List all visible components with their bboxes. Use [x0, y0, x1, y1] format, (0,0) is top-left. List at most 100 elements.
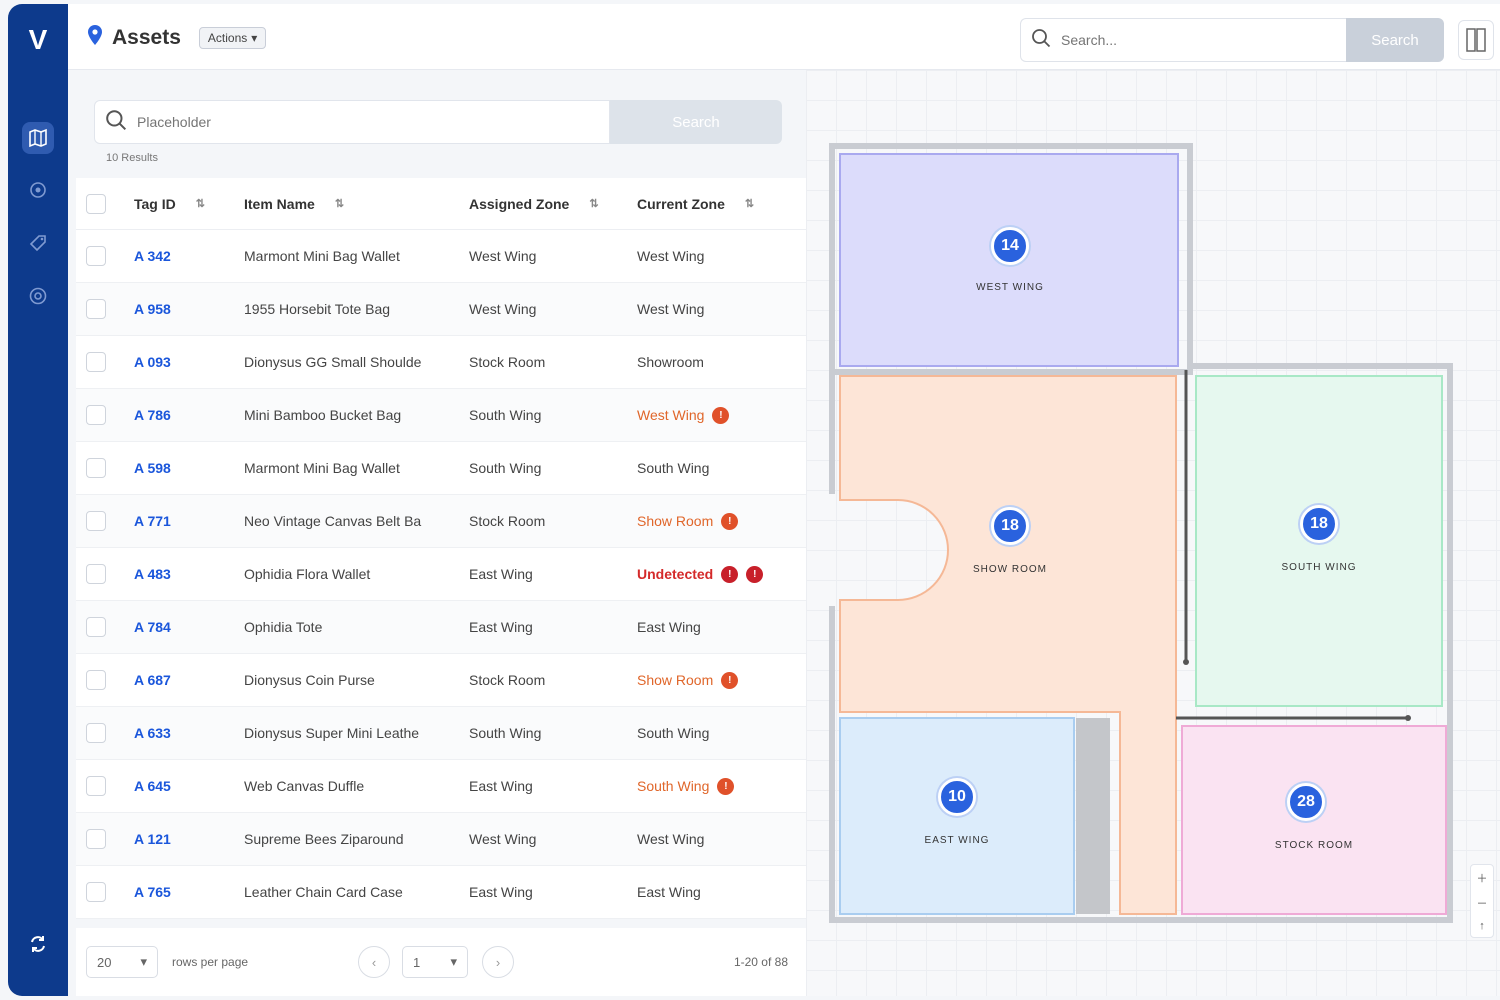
reset-view-icon[interactable]: ↑	[1479, 920, 1485, 932]
zone-count-badge[interactable]: 14	[991, 227, 1029, 265]
columns-layout-icon[interactable]	[1458, 20, 1494, 60]
table-row[interactable]: A 786 Mini Bamboo Bucket Bag South Wing Wes…	[76, 389, 806, 442]
row-checkbox[interactable]	[86, 246, 106, 266]
tag-id-link[interactable]: A 784	[134, 619, 171, 635]
actions-dropdown[interactable]: Actions ▾	[198, 26, 267, 49]
item-name: Web Canvas Duffle	[244, 778, 365, 794]
prev-page-button[interactable]: ‹	[358, 946, 390, 978]
page-value: 1	[413, 954, 421, 970]
tag-id-link[interactable]: A 771	[134, 513, 171, 529]
row-checkbox[interactable]	[86, 670, 106, 690]
row-checkbox[interactable]	[86, 511, 106, 531]
current-zone: East Wing	[637, 884, 701, 900]
zone-label: STOCK ROOM	[1274, 840, 1354, 851]
chevron-down-icon: ▾	[450, 954, 457, 969]
page-select[interactable]: 1 ▾	[402, 946, 468, 978]
sync-icon[interactable]	[22, 928, 54, 960]
col-tag-id[interactable]: Tag ID ⇅	[134, 196, 244, 212]
zone-stock-room[interactable]	[1181, 725, 1447, 915]
table-row[interactable]: A 958 1955 Horsebit Tote Bag West Wing West…	[76, 283, 806, 336]
east-wing-corridor	[1076, 718, 1110, 914]
col-item-name[interactable]: Item Name ⇅	[244, 196, 469, 212]
select-all-checkbox[interactable]	[86, 193, 106, 214]
header-search-input[interactable]	[1059, 31, 1319, 49]
header-search	[1020, 18, 1346, 62]
title-area: Assets Actions ▾	[86, 24, 267, 51]
floor-map[interactable]: 14 WEST WING 18 SHOW ROOM 18 SOUTH WING …	[806, 70, 1500, 996]
table-row[interactable]: A 121 Supreme Bees Ziparound West Wing West…	[76, 813, 806, 866]
zone-east-wing[interactable]	[839, 717, 1075, 915]
item-name: Mini Bamboo Bucket Bag	[244, 407, 402, 423]
tag-id-link[interactable]: A 633	[134, 725, 171, 741]
warning-icon: !	[721, 512, 739, 530]
table-row[interactable]: A 633 Dionysus Super Mini Leathe South Win…	[76, 707, 806, 760]
table-row[interactable]: A 598 Marmont Mini Bag Wallet South Wing So…	[76, 442, 806, 495]
row-checkbox[interactable]	[86, 458, 106, 478]
sort-icon[interactable]: ⇅	[335, 197, 344, 210]
header-search-button[interactable]: Search	[1346, 18, 1444, 62]
item-name: Dionysus GG Small Shoulde	[244, 354, 422, 370]
table-row[interactable]: A 342 Marmont Mini Bag Wallet West Wing Wes…	[76, 230, 806, 283]
zoom-in-icon[interactable]: ＋	[1477, 870, 1488, 886]
tag-id-link[interactable]: A 958	[134, 301, 171, 317]
nav-target-icon[interactable]	[22, 174, 54, 206]
table-row[interactable]: A 645 Web Canvas Duffle East Wing South Win…	[76, 760, 806, 813]
assigned-zone: Stock Room	[469, 672, 546, 688]
assigned-zone: East Wing	[469, 566, 533, 582]
next-page-button[interactable]: ›	[482, 946, 514, 978]
col-current-zone[interactable]: Current Zone ⇅	[637, 196, 806, 212]
rows-per-page-value: 20	[97, 954, 112, 970]
sort-icon[interactable]: ⇅	[745, 197, 754, 210]
table-row[interactable]: A 784 Ophidia Tote East Wing East Wing	[76, 601, 806, 654]
row-checkbox[interactable]	[86, 776, 106, 796]
row-checkbox[interactable]	[86, 829, 106, 849]
current-zone: Show Room	[637, 672, 714, 688]
table-row[interactable]: A 771 Neo Vintage Canvas Belt Ba Stock Roo…	[76, 495, 806, 548]
nav-tag-icon[interactable]	[22, 227, 54, 259]
asset-table: Tag ID ⇅ Item Name ⇅ Assigned Zone ⇅ Curren…	[76, 178, 806, 919]
rows-per-page-select[interactable]: 20 ▾	[86, 946, 158, 978]
row-checkbox[interactable]	[86, 617, 106, 637]
zoom-out-icon[interactable]: －	[1477, 895, 1488, 911]
zone-count-badge[interactable]: 10	[938, 778, 976, 816]
zone-count-badge[interactable]: 18	[1300, 505, 1338, 543]
table-row[interactable]: A 483 Ophidia Flora Wallet East Wing Undete…	[76, 548, 806, 601]
tag-id-link[interactable]: A 483	[134, 566, 171, 582]
zone-count-badge[interactable]: 28	[1287, 783, 1325, 821]
row-checkbox[interactable]	[86, 564, 106, 584]
assigned-zone: Stock Room	[469, 513, 546, 529]
nav-map-icon[interactable]	[22, 122, 54, 154]
logo-text: V	[28, 24, 48, 55]
app-logo[interactable]: V	[8, 18, 68, 62]
col-assigned-zone[interactable]: Assigned Zone ⇅	[469, 196, 637, 212]
table-row[interactable]: A 765 Leather Chain Card Case East Wing Eas…	[76, 866, 806, 919]
assigned-zone: West Wing	[469, 301, 537, 317]
rows-per-page-label: rows per page	[172, 955, 249, 969]
zone-count-badge[interactable]: 18	[991, 507, 1029, 545]
row-checkbox[interactable]	[86, 723, 106, 743]
tag-id-link[interactable]: A 786	[134, 407, 171, 423]
nav-settings-icon[interactable]	[22, 280, 54, 312]
table-row[interactable]: A 093 Dionysus GG Small Shoulde Stock Room…	[76, 336, 806, 389]
current-zone: South Wing	[637, 725, 710, 741]
row-checkbox[interactable]	[86, 299, 106, 319]
tag-id-link[interactable]: A 093	[134, 354, 171, 370]
tag-id-link[interactable]: A 687	[134, 672, 171, 688]
tag-id-link[interactable]: A 598	[134, 460, 171, 476]
tag-id-link[interactable]: A 342	[134, 248, 171, 264]
sort-icon[interactable]: ⇅	[589, 197, 598, 210]
tag-id-link[interactable]: A 121	[134, 831, 171, 847]
row-checkbox[interactable]	[86, 352, 106, 372]
row-checkbox[interactable]	[86, 405, 106, 425]
row-checkbox[interactable]	[86, 882, 106, 902]
floor-plan-svg	[829, 143, 1453, 923]
asset-table-panel: Search 10 Results Tag ID ⇅ Item Name ⇅ Ass…	[76, 80, 806, 996]
warning-icon: !	[717, 777, 735, 795]
sort-icon[interactable]: ⇅	[196, 197, 205, 210]
tag-id-link[interactable]: A 765	[134, 884, 171, 900]
table-row[interactable]: A 687 Dionysus Coin Purse Stock Room Show R…	[76, 654, 806, 707]
tag-id-link[interactable]: A 645	[134, 778, 171, 794]
table-search-button[interactable]: Search	[610, 100, 782, 144]
zone-label: SOUTH WING	[1281, 562, 1357, 573]
table-search-input[interactable]	[135, 113, 575, 131]
